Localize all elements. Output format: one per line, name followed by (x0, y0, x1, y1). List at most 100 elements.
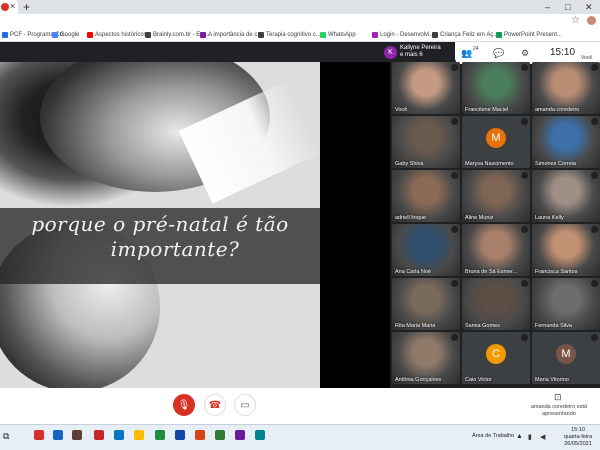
taskbar-app-icon[interactable] (235, 430, 245, 440)
desktop-label[interactable]: Área de Trabalho (472, 433, 514, 439)
participant-tile[interactable]: Launa Kelly (532, 170, 600, 222)
mic-muted-icon (451, 118, 458, 125)
participant-tile[interactable]: Fernanda Silva (532, 278, 600, 330)
taskbar-app-icon[interactable] (114, 430, 124, 440)
participant-name: Maria Vitorino (535, 377, 569, 383)
participant-tile[interactable]: Aline Muniz (462, 170, 530, 222)
bookmark-item[interactable]: Google (52, 28, 79, 41)
bookmark-item[interactable]: Criança Feliz em Aç... (432, 28, 499, 41)
bookmark-favicon-icon (2, 32, 8, 38)
mic-muted-icon (591, 64, 598, 71)
taskbar-app-icon[interactable] (34, 430, 44, 440)
profile-avatar[interactable] (587, 16, 596, 25)
taskbar-app-icon[interactable] (175, 430, 185, 440)
taskbar-app-icon[interactable] (134, 430, 144, 440)
participant-tile[interactable]: Ana Carla Noé (392, 224, 460, 276)
participant-tile[interactable]: Samia Gomes (462, 278, 530, 330)
bookmark-item[interactable]: Terapia cognitivo c... (258, 28, 321, 41)
presenter-name-line1: Kallyne Pereira (400, 45, 441, 51)
participant-tile[interactable]: amanda coredeiro (532, 62, 600, 114)
bookmark-item[interactable]: PowerPoint Present... (496, 28, 563, 41)
taskbar-app-icon[interactable] (53, 430, 63, 440)
presenter-avatar: K (384, 46, 397, 59)
participant-tile[interactable]: M Maria Vitorino (532, 332, 600, 384)
mic-toggle-button[interactable]: 🎙 (173, 394, 195, 416)
participant-tile[interactable]: Simones Correia (532, 116, 600, 168)
participant-tile[interactable]: M Marysa Nascimento (462, 116, 530, 168)
meet-controls-bar: 🎙 ☎ ▭ ⊡ amanda coredeiro está apresentan… (0, 388, 600, 424)
bookmark-star-icon[interactable]: ☆ (571, 14, 580, 28)
participant-name: Caio Victor (465, 377, 492, 383)
presenting-icon[interactable]: ⊡ (554, 392, 562, 403)
bookmark-item[interactable]: Aspectos históricos... (87, 28, 152, 41)
participant-name: Francisca Santos (535, 269, 578, 275)
bookmark-label: Login - Desenvolvi... (380, 32, 435, 38)
bookmark-favicon-icon (496, 32, 502, 38)
taskbar-app-icon[interactable] (195, 430, 205, 440)
mic-muted-icon (521, 172, 528, 179)
bookmark-favicon-icon (258, 32, 264, 38)
participant-tile[interactable]: Francisca Santos (532, 224, 600, 276)
participant-tile[interactable]: adriell lirique (392, 170, 460, 222)
participant-name: Rita Maria Maria (395, 323, 436, 329)
bookmark-item[interactable]: A importância de c... (200, 28, 262, 41)
taskbar-app-icon[interactable] (94, 430, 104, 440)
participant-name: Francilene Maciel (465, 107, 509, 113)
tab-close-button[interactable]: × (10, 1, 15, 11)
slide-title-line2: importante? (110, 237, 240, 261)
participant-name: Antônia Gonçalves (395, 377, 442, 383)
bookmark-favicon-icon (432, 32, 438, 38)
taskbar-app-icon[interactable] (215, 430, 225, 440)
participant-name: Launa Kelly (535, 215, 564, 221)
mic-muted-icon (521, 280, 528, 287)
hangup-button[interactable]: ☎ (204, 394, 226, 416)
bookmark-item[interactable]: WhatsApp (320, 28, 356, 41)
bookmark-label: Criança Feliz em Aç... (440, 32, 499, 38)
camera-toggle-button[interactable]: ▭ (234, 394, 256, 416)
slide-title-line1: porque o pré-natal é tão (31, 212, 289, 236)
mic-muted-icon (591, 172, 598, 179)
tab-meet[interactable]: × (0, 0, 18, 14)
mic-muted-icon (591, 280, 598, 287)
taskbar-clock[interactable]: 15:10 quarta-feira 26/05/2021 (556, 427, 600, 448)
bookmarks-bar: PCF - Programa Cri... Google Aspectos hist… (0, 28, 600, 42)
network-icon[interactable]: ▲ (516, 433, 523, 440)
mic-muted-icon (521, 226, 528, 233)
bookmark-favicon-icon (372, 32, 378, 38)
taskbar-app-icon[interactable] (255, 430, 265, 440)
window-close-button[interactable]: ✕ (585, 0, 593, 14)
minimize-button[interactable]: – (545, 0, 550, 14)
taskbar-app-icon[interactable] (155, 430, 165, 440)
participant-tile[interactable]: Rita Maria Maria (392, 278, 460, 330)
participant-name: amanda coredeiro (535, 107, 580, 113)
task-view-icon[interactable]: ⧉ (3, 431, 9, 442)
chat-icon[interactable]: 💬 (493, 42, 504, 64)
participant-name: Simones Correia (535, 161, 576, 167)
battery-icon[interactable]: ▮ (528, 433, 532, 441)
bookmark-label: PowerPoint Present... (504, 32, 563, 38)
participant-tile[interactable]: C Caio Victor (462, 332, 530, 384)
address-bar[interactable]: ☆ (0, 14, 600, 28)
activities-icon[interactable]: ⚙ (521, 42, 529, 64)
hangup-icon: ☎ (208, 400, 222, 411)
participant-tile[interactable]: Francilene Maciel (462, 62, 530, 114)
maximize-button[interactable]: □ (565, 0, 570, 14)
mic-muted-icon (591, 226, 598, 233)
bookmark-favicon-icon (87, 32, 93, 38)
participant-tile[interactable]: Gaby Shiva (392, 116, 460, 168)
participant-tile[interactable]: Antônia Gonçalves (392, 332, 460, 384)
mic-muted-icon (451, 334, 458, 341)
bookmark-label: WhatsApp (328, 32, 356, 38)
browser-window: × + – □ ✕ ☆ PCF - Programa Cri... Google A… (0, 0, 600, 450)
participant-tile[interactable]: Você (392, 62, 460, 114)
people-icon[interactable]: 👥 (461, 42, 472, 64)
mic-off-icon: 🎙 (177, 400, 191, 411)
taskbar-app-icon[interactable] (72, 430, 82, 440)
mic-muted-icon (521, 334, 528, 341)
volume-icon[interactable]: ◀ (540, 433, 545, 441)
new-tab-button[interactable]: + (23, 0, 30, 14)
presenter-info: K Kallyne Pereira e mais 6 (380, 42, 455, 64)
participant-tile[interactable]: Bruna de Sá Esmer... (462, 224, 530, 276)
bookmark-item[interactable]: Login - Desenvolvi... (372, 28, 435, 41)
bookmark-favicon-icon (200, 32, 206, 38)
